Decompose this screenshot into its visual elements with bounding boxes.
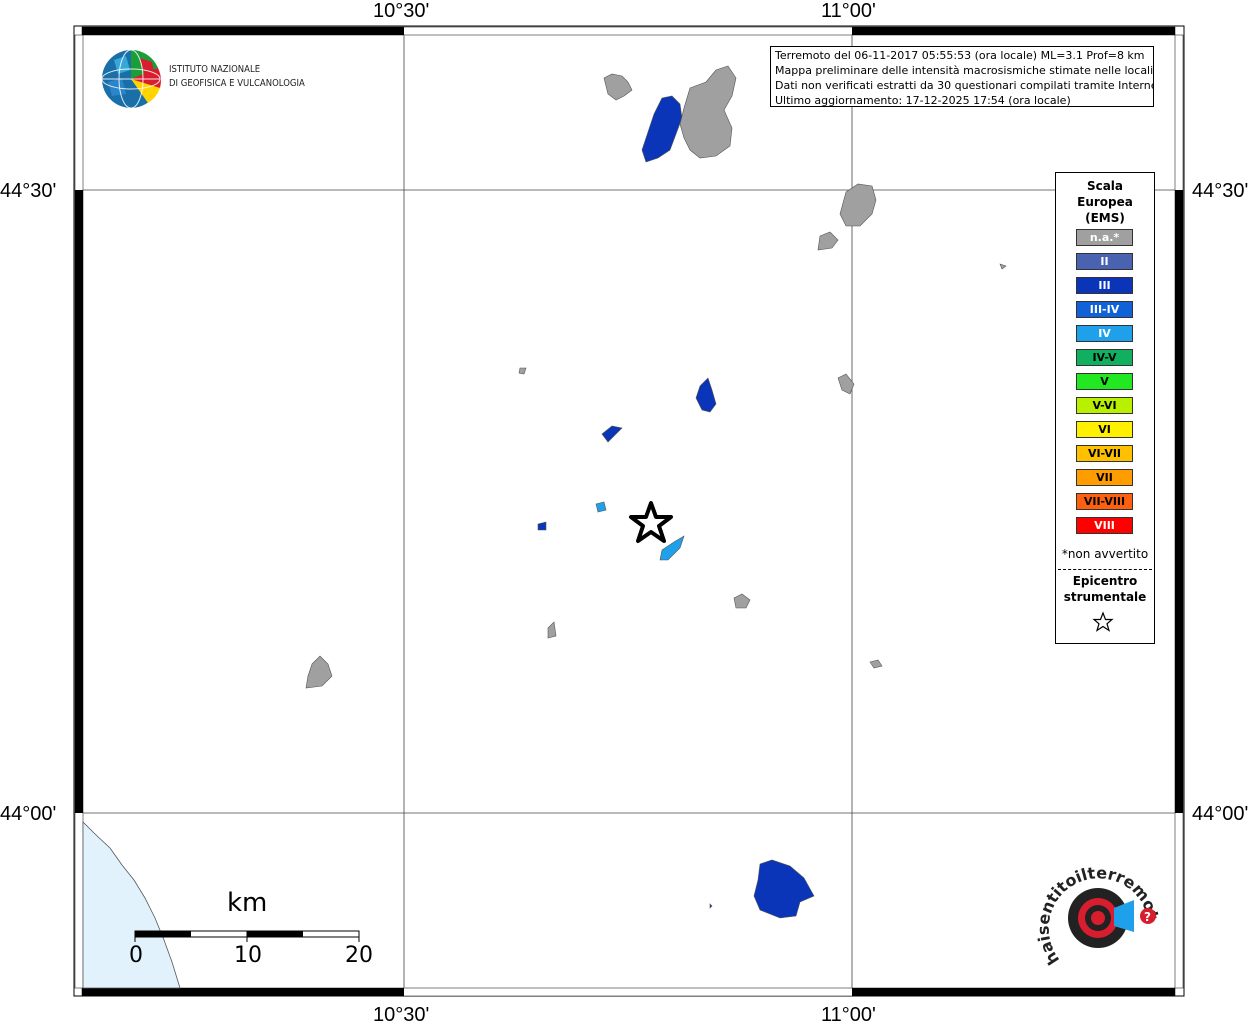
ingv-globe-logo [101, 49, 161, 109]
legend-title-line3: (EMS) [1085, 211, 1125, 225]
legend-title: Scala Europea (EMS) [1056, 178, 1154, 226]
legend-swatch: IV [1076, 325, 1133, 342]
ingv-name: ISTITUTO NAZIONALE DI GEOFISICA E VULCAN… [169, 63, 305, 91]
lon-label-top-1100: 11°00' [821, 0, 876, 22]
svg-text:?: ? [1144, 910, 1151, 924]
legend-epicentre-line1: Epicentro [1072, 574, 1138, 588]
epicentre-star [629, 501, 673, 543]
legend-swatch: VIII [1076, 517, 1133, 534]
municipality-III [709, 903, 713, 909]
ingv-name-line1: ISTITUTO NAZIONALE [169, 64, 261, 75]
legend-epicentre-label: Epicentro strumentale [1056, 573, 1154, 605]
municipality-gray [305, 655, 333, 689]
municipality-gray [603, 73, 633, 101]
legend-separator [1058, 569, 1152, 570]
scale-tick-20: 20 [345, 943, 373, 968]
legend-swatch: V [1076, 373, 1133, 390]
legend-swatch: III [1076, 277, 1133, 294]
haisentito-logo: haisentitoilterremoto.it ? [1036, 860, 1163, 968]
earthquake-info-box: Terremoto del 06-11-2017 05:55:53 (ora l… [770, 46, 1154, 107]
legend-swatch: IV-V [1076, 349, 1133, 366]
scale-unit: km [227, 888, 268, 918]
legend-swatch: V-VI [1076, 397, 1133, 414]
legend-swatch: II [1076, 253, 1133, 270]
legend-epicentre-line2: strumentale [1063, 590, 1147, 604]
legend-note: *non avvertito [1061, 547, 1149, 561]
legend-swatch: n.a.* [1076, 229, 1133, 246]
scale-tick-0: 0 [129, 943, 143, 968]
municipality-gray [518, 367, 527, 375]
municipalities [305, 65, 1007, 919]
legend-star-icon [1092, 611, 1114, 632]
municipality-III [753, 859, 815, 919]
lat-label-left-4400: 44°00' [0, 803, 57, 825]
map-frame-outer [73, 25, 1185, 997]
municipality-III [537, 521, 547, 531]
municipality-gray [999, 263, 1007, 270]
legend-swatch: VI-VII [1076, 445, 1133, 462]
municipality-gray [679, 65, 737, 159]
municipality-gray [733, 593, 751, 609]
scale-bar: km 0 10 20 [128, 888, 388, 978]
graticule [83, 35, 1175, 988]
lat-label-left-4430: 44°30' [0, 180, 57, 202]
municipality-III [601, 425, 623, 443]
municipality-gray [869, 659, 883, 669]
municipality-III [641, 95, 683, 163]
lat-label-right-4430: 44°30' [1192, 180, 1249, 202]
info-line-description: Mappa preliminare delle intensità macros… [775, 64, 1154, 77]
legend-swatch: VII [1076, 469, 1133, 486]
info-line-data-source: Dati non verificati estratti da 30 quest… [775, 79, 1154, 92]
lon-label-top-1030: 10°30' [373, 0, 430, 22]
ems-legend: Scala Europea (EMS) n.a.* II III III-IV IV IV… [1055, 172, 1155, 644]
legend-title-line2: Europea [1077, 195, 1133, 209]
legend-swatch: VII-VIII [1076, 493, 1133, 510]
legend-title-line1: Scala [1086, 179, 1124, 193]
legend-swatch: III-IV [1076, 301, 1133, 318]
info-line-updated: Ultimo aggiornamento: 17-12-2025 17:54 (… [775, 94, 1071, 107]
ingv-name-line2: DI GEOFISICA E VULCANOLOGIA [169, 78, 305, 89]
legend-swatch: VI [1076, 421, 1133, 438]
lat-label-right-4400: 44°00' [1192, 803, 1249, 825]
info-line-event: Terremoto del 06-11-2017 05:55:53 (ora l… [775, 49, 1145, 62]
scale-tick-10: 10 [234, 943, 262, 968]
municipality-gray [547, 621, 557, 639]
municipality-IV [595, 501, 607, 513]
municipality-III [695, 377, 717, 413]
municipality-gray [817, 231, 839, 251]
